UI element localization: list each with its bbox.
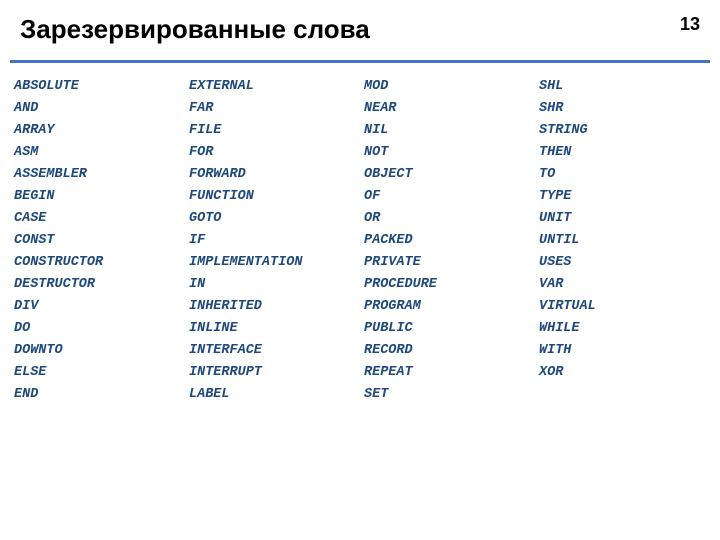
page-number: 13 bbox=[680, 14, 700, 35]
keyword-cell: CASE bbox=[10, 207, 185, 229]
keyword-cell: CONST bbox=[10, 229, 185, 251]
keyword-cell: DIV bbox=[10, 295, 185, 317]
keyword-cell: FOR bbox=[185, 141, 360, 163]
keyword-cell: GOTO bbox=[185, 207, 360, 229]
keyword-cell: FORWARD bbox=[185, 163, 360, 185]
keyword-cell: WITH bbox=[535, 339, 710, 361]
keyword-cell: ASM bbox=[10, 141, 185, 163]
page-title: Зарезервированные слова bbox=[20, 14, 370, 45]
keyword-cell: PROGRAM bbox=[360, 295, 535, 317]
keyword-cell: PRIVATE bbox=[360, 251, 535, 273]
keyword-cell: INLINE bbox=[185, 317, 360, 339]
keyword-cell: AND bbox=[10, 97, 185, 119]
keyword-cell: OF bbox=[360, 185, 535, 207]
keyword-cell: DESTRUCTOR bbox=[10, 273, 185, 295]
keyword-cell: INHERITED bbox=[185, 295, 360, 317]
keyword-cell: ABSOLUTE bbox=[10, 75, 185, 97]
keyword-cell: FAR bbox=[185, 97, 360, 119]
keyword-cell bbox=[535, 383, 710, 405]
keyword-cell: FILE bbox=[185, 119, 360, 141]
keyword-cell: END bbox=[10, 383, 185, 405]
keyword-cell: FUNCTION bbox=[185, 185, 360, 207]
keyword-cell: USES bbox=[535, 251, 710, 273]
keyword-cell: STRING bbox=[535, 119, 710, 141]
keyword-cell: WHILE bbox=[535, 317, 710, 339]
keyword-cell: ELSE bbox=[10, 361, 185, 383]
keyword-cell: DO bbox=[10, 317, 185, 339]
keyword-cell: REPEAT bbox=[360, 361, 535, 383]
keyword-cell: UNIT bbox=[535, 207, 710, 229]
keyword-cell: MOD bbox=[360, 75, 535, 97]
keyword-cell: PACKED bbox=[360, 229, 535, 251]
keyword-cell: IMPLEMENTATION bbox=[185, 251, 360, 273]
keyword-cell: CONSTRUCTOR bbox=[10, 251, 185, 273]
keyword-cell: NOT bbox=[360, 141, 535, 163]
keyword-cell: SET bbox=[360, 383, 535, 405]
keyword-cell: ASSEMBLER bbox=[10, 163, 185, 185]
title-divider bbox=[10, 60, 710, 63]
keyword-cell: IN bbox=[185, 273, 360, 295]
keyword-cell: NEAR bbox=[360, 97, 535, 119]
keyword-cell: LABEL bbox=[185, 383, 360, 405]
keyword-cell: OBJECT bbox=[360, 163, 535, 185]
keyword-cell: INTERRUPT bbox=[185, 361, 360, 383]
keyword-cell: TYPE bbox=[535, 185, 710, 207]
keyword-cell: SHL bbox=[535, 75, 710, 97]
keyword-cell: IF bbox=[185, 229, 360, 251]
keyword-cell: PUBLIC bbox=[360, 317, 535, 339]
keyword-cell: VIRTUAL bbox=[535, 295, 710, 317]
keyword-cell: PROCEDURE bbox=[360, 273, 535, 295]
keyword-cell: OR bbox=[360, 207, 535, 229]
keyword-cell: DOWNTO bbox=[10, 339, 185, 361]
keyword-cell: INTERFACE bbox=[185, 339, 360, 361]
keyword-cell: RECORD bbox=[360, 339, 535, 361]
keyword-cell: UNTIL bbox=[535, 229, 710, 251]
keyword-cell: XOR bbox=[535, 361, 710, 383]
keyword-cell: SHR bbox=[535, 97, 710, 119]
keywords-table: ABSOLUTEEXTERNALMODSHL ANDFARNEARSHR ARRAY… bbox=[10, 75, 710, 530]
keyword-cell: TO bbox=[535, 163, 710, 185]
keyword-cell: VAR bbox=[535, 273, 710, 295]
keyword-cell: THEN bbox=[535, 141, 710, 163]
keyword-cell: EXTERNAL bbox=[185, 75, 360, 97]
keyword-cell: ARRAY bbox=[10, 119, 185, 141]
keyword-cell: NIL bbox=[360, 119, 535, 141]
keyword-cell: BEGIN bbox=[10, 185, 185, 207]
